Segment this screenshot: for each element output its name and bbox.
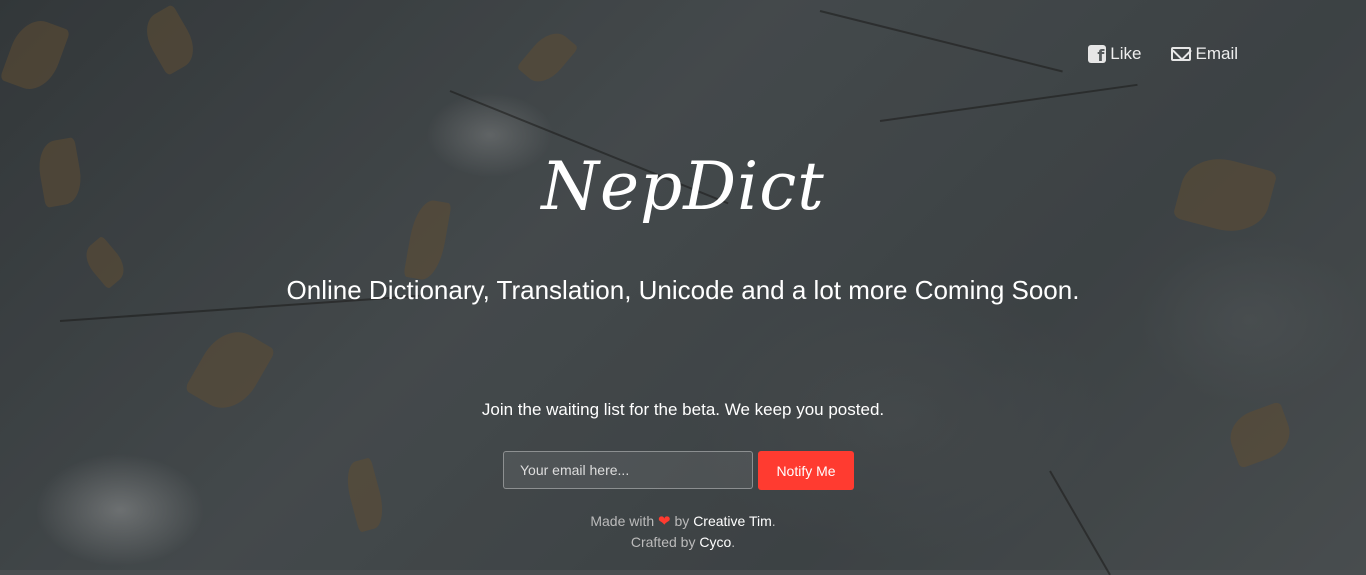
footer-crafted-by: Crafted by Cyco.: [0, 532, 1366, 552]
email-label: Email: [1195, 44, 1238, 64]
email-link[interactable]: Email: [1171, 44, 1238, 64]
author-link[interactable]: Creative Tim: [693, 513, 772, 529]
tagline: Online Dictionary, Translation, Unicode …: [0, 275, 1366, 306]
by-text: by: [675, 513, 690, 529]
heart-icon: ❤: [658, 513, 671, 530]
crafter-link[interactable]: Cyco: [699, 534, 731, 550]
period: .: [731, 534, 735, 550]
mail-icon: [1171, 47, 1191, 61]
footer-made-with: Made with ❤ by Creative Tim.: [0, 511, 1366, 532]
email-input[interactable]: [503, 451, 753, 489]
site-logo: NepDict: [0, 148, 1366, 225]
footer: Made with ❤ by Creative Tim. Crafted by …: [0, 511, 1366, 552]
top-nav: Like Email: [1088, 44, 1238, 64]
signup-form: Notify Me: [503, 451, 854, 490]
crafted-by-text: Crafted by: [631, 534, 696, 550]
notify-button[interactable]: Notify Me: [758, 451, 854, 490]
like-link[interactable]: Like: [1088, 44, 1141, 64]
period: .: [772, 513, 776, 529]
made-with-text: Made with: [590, 513, 654, 529]
like-label: Like: [1110, 44, 1141, 64]
facebook-icon: [1088, 45, 1106, 63]
waitlist-text: Join the waiting list for the beta. We k…: [0, 400, 1366, 420]
